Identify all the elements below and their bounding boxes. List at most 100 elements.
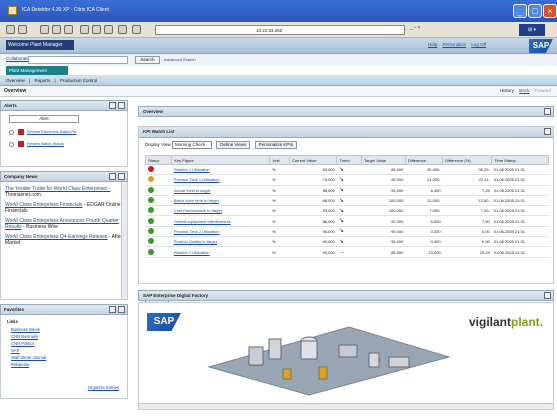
radio-icon[interactable] [9, 141, 14, 147]
col-time-stamp[interactable]: Time Stamp [491, 155, 549, 165]
favorite-link[interactable]: Wikipedia [7, 362, 121, 367]
col-difference[interactable]: Difference [404, 155, 444, 165]
alert-filter-select[interactable]: Alert [9, 115, 79, 123]
search-input[interactable] [28, 56, 128, 64]
forward-icon[interactable] [18, 25, 27, 34]
display-view-select[interactable]: Morning Check [171, 141, 212, 149]
kpi-row: Process Tank 2 Utilization% 95,000 ↘ 95,000… [145, 226, 549, 238]
digital-factory-scrollbar[interactable] [139, 403, 553, 409]
current-value-cell: 95,000 [289, 236, 337, 248]
key-figure-link[interactable]: Overall equipment effectiveness [171, 215, 270, 227]
subnav-reports[interactable]: Reports [34, 78, 50, 83]
key-figure-link[interactable]: Batch cycle time to target [171, 195, 270, 207]
radio-icon[interactable] [9, 129, 14, 135]
page-header: Overview History Back Forward [0, 86, 557, 97]
maximize-button[interactable]: □ [528, 4, 542, 18]
forward-link[interactable]: Forward [534, 88, 551, 93]
minimize-icon[interactable] [118, 173, 125, 180]
menu-icon[interactable] [109, 173, 116, 180]
search-button[interactable]: Search [135, 56, 160, 64]
tab-plant-management[interactable]: Plant Management [6, 66, 68, 75]
back-link[interactable]: Back [519, 88, 529, 93]
alert-item[interactable]: Review Electronic Batch Re [9, 129, 76, 135]
news-link[interactable]: World Class Enterprises Q4 Earnings Rele… [5, 234, 107, 240]
news-item: World Class Enterprises Q4 Earnings Rele… [5, 234, 123, 246]
refresh-icon[interactable] [52, 25, 61, 34]
key-figure-link[interactable]: Product Quality to target [171, 236, 270, 248]
col-key-figure[interactable]: Key Figure [171, 155, 271, 165]
home-icon[interactable] [64, 25, 73, 34]
minimize-icon[interactable] [544, 128, 551, 135]
history-nav: History Back Forward [496, 88, 551, 93]
key-figure-link[interactable]: Reactor 2 Utilization [171, 246, 270, 258]
logoff-link[interactable]: Log Off [471, 42, 486, 47]
history-icon[interactable] [104, 25, 113, 34]
address-field[interactable]: 10.22.83.252 [155, 25, 405, 35]
define-views-button[interactable]: Define Views [216, 141, 251, 149]
news-scrollbar[interactable] [121, 182, 127, 299]
key-figure-link[interactable]: Reactor 1 Utilization [171, 164, 270, 176]
minimize-button[interactable]: _ [513, 4, 527, 18]
favorite-link[interactable]: Business Week [7, 327, 121, 332]
favorites-icon[interactable] [92, 25, 101, 34]
sub-navigation: Overview | Reports | Production Control [0, 75, 557, 86]
help-link[interactable]: Help [428, 42, 437, 47]
trend-icon: ↘ [338, 197, 344, 204]
col-current-value[interactable]: Current Value [288, 155, 338, 165]
menu-icon[interactable] [109, 306, 116, 313]
minimize-icon[interactable] [544, 292, 551, 299]
trend-icon: ↘ [338, 166, 344, 173]
stop-icon[interactable] [40, 25, 49, 34]
col-difference-pct[interactable]: Difference (%) [442, 155, 493, 165]
history-link[interactable]: History [500, 88, 514, 93]
target-value-cell: 95,000 [361, 226, 406, 238]
minimize-icon[interactable] [118, 102, 125, 109]
organize-entries-link[interactable]: Organize Entries [88, 385, 119, 390]
col-unit[interactable]: Unit [269, 155, 290, 165]
difference-cell: 0,000 [405, 236, 443, 248]
time-stamp-cell: 01.06.2005 21:31 [491, 236, 549, 248]
key-figure-link[interactable]: Process Tank 1 Utilization [171, 174, 270, 186]
window-titlebar: ICA Detektor 4.30 XP - Citrix ICA Client… [0, 0, 557, 22]
trend-icon: ↘ [338, 176, 344, 183]
subnav-production-control[interactable]: Production Control [60, 78, 97, 83]
advanced-search-link[interactable]: Advanced Search [164, 57, 196, 62]
favorites-panel-header: Favorites [0, 304, 128, 315]
personalize-kpis-button[interactable]: Personalize KPIs [254, 141, 297, 149]
alert-item[interactable]: Review Batch Status [9, 141, 64, 147]
kpi-table: Status Key Figure Unit Current Value Tre… [144, 155, 549, 258]
kpi-row: Cost Performance to target% 93,000 ↘ 100,00… [145, 205, 549, 217]
key-figure-link[interactable]: Process Tank 2 Utilization [171, 226, 270, 238]
back-icon[interactable] [6, 25, 15, 34]
favorite-link[interactable]: Wall Street Journal [7, 355, 121, 360]
subnav-separator: | [29, 78, 31, 83]
kpi-watch-list-panel: KPI Watch List Display View Morning Chec… [138, 126, 554, 303]
col-trend[interactable]: Trend [336, 155, 362, 165]
left-column: Alerts Alert Review Electronic Batch Re … [0, 100, 128, 410]
ie-window-controls: _ ▫ × [410, 25, 421, 31]
print-icon[interactable] [132, 25, 141, 34]
key-figure-link[interactable]: Cost Performance to target [171, 205, 270, 217]
subnav-overview[interactable]: Overview [6, 78, 25, 83]
target-value-cell: 85,000 [361, 164, 406, 176]
difference-pct-cell: 0,00 [442, 236, 492, 248]
minimize-icon[interactable] [544, 108, 551, 115]
status-cell [145, 185, 172, 196]
personalize-link[interactable]: Personalize [443, 42, 467, 47]
app-icon [8, 6, 17, 15]
alerts-title: Alerts [4, 103, 17, 108]
time-stamp-cell: 01.06.2005 21:31 [491, 185, 549, 196]
menu-icon[interactable] [109, 102, 116, 109]
favorite-link[interactable]: CNN Business [7, 334, 121, 339]
col-status[interactable]: Status [144, 155, 173, 165]
favorite-link[interactable]: SAP [7, 348, 121, 353]
difference-pct-cell: 7,50 [442, 215, 492, 227]
favorite-link[interactable]: CNN Politics [7, 341, 121, 346]
minimize-icon[interactable] [118, 306, 125, 313]
col-target-value[interactable]: Target Value [361, 155, 406, 165]
mail-icon[interactable] [118, 25, 127, 34]
close-button[interactable]: × [543, 4, 557, 18]
search-icon[interactable] [80, 25, 89, 34]
news-item: World Class Enterprises Financials - EDG… [5, 202, 121, 214]
key-figure-link[interactable]: Actual Yield to target [171, 185, 270, 196]
